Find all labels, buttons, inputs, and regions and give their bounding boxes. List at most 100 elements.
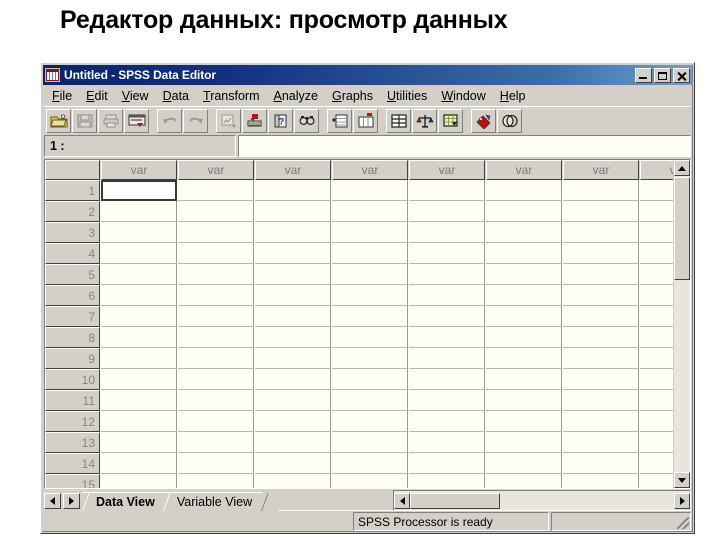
maximize-button[interactable]	[654, 67, 671, 83]
grid-cell[interactable]	[332, 369, 408, 390]
grid-cell[interactable]	[486, 222, 562, 243]
grid-cell[interactable]	[563, 369, 639, 390]
grid-cell[interactable]	[486, 180, 562, 201]
grid-cell[interactable]	[640, 474, 673, 488]
column-header-var-2[interactable]: var	[178, 160, 254, 180]
insert-variable-icon[interactable]	[353, 108, 378, 133]
row-header-1[interactable]: 1	[45, 180, 100, 201]
menu-help[interactable]: Help	[493, 88, 533, 104]
grid-cell[interactable]	[640, 285, 673, 306]
grid-cell[interactable]	[563, 390, 639, 411]
row-header-15[interactable]: 15	[45, 474, 100, 488]
vertical-scroll-thumb[interactable]	[674, 177, 690, 280]
grid-cell[interactable]	[486, 453, 562, 474]
grid-cell[interactable]	[640, 453, 673, 474]
close-button[interactable]	[673, 67, 690, 83]
grid-cell[interactable]	[640, 348, 673, 369]
insert-case-icon[interactable]	[327, 108, 352, 133]
grid-cell[interactable]	[101, 264, 177, 285]
grid-cell[interactable]	[255, 390, 331, 411]
open-file-icon[interactable]	[46, 108, 71, 133]
grid-cell[interactable]	[332, 327, 408, 348]
weight-cases-icon[interactable]	[412, 108, 437, 133]
grid-cell[interactable]	[178, 327, 254, 348]
grid-cell[interactable]	[178, 348, 254, 369]
grid-cell[interactable]	[563, 285, 639, 306]
row-header-7[interactable]: 7	[45, 306, 100, 327]
grid-cell[interactable]	[486, 390, 562, 411]
horizontal-scrollbar[interactable]	[393, 490, 691, 511]
grid-cell[interactable]	[486, 432, 562, 453]
grid-cell[interactable]	[486, 327, 562, 348]
grid-cell[interactable]	[332, 306, 408, 327]
scroll-up-arrow[interactable]	[674, 160, 690, 176]
grid-cell[interactable]	[178, 453, 254, 474]
grid-cell[interactable]	[409, 474, 485, 488]
grid-cell[interactable]	[101, 306, 177, 327]
grid-cell[interactable]	[640, 201, 673, 222]
grid-cell[interactable]	[101, 453, 177, 474]
cell-value-input[interactable]	[238, 135, 691, 157]
menu-transform[interactable]: Transform	[196, 88, 267, 104]
row-header-10[interactable]: 10	[45, 369, 100, 390]
column-header-var-4[interactable]: var	[332, 160, 408, 180]
grid-cell[interactable]	[178, 201, 254, 222]
grid-cell[interactable]	[178, 222, 254, 243]
grid-cell[interactable]	[563, 264, 639, 285]
grid-cell[interactable]	[563, 411, 639, 432]
grid-cell[interactable]	[563, 453, 639, 474]
column-header-var-7[interactable]: var	[563, 160, 639, 180]
grid-cell[interactable]	[563, 180, 639, 201]
grid-cell[interactable]	[255, 474, 331, 488]
grid-cell[interactable]	[178, 432, 254, 453]
grid-cell[interactable]	[409, 180, 485, 201]
use-variable-sets-icon[interactable]	[497, 108, 522, 133]
grid-cell[interactable]	[255, 264, 331, 285]
scroll-right-arrow[interactable]	[674, 492, 690, 509]
grid-cell[interactable]	[409, 285, 485, 306]
tab-variable-view[interactable]: Variable View	[162, 492, 263, 511]
grid-cell[interactable]	[101, 390, 177, 411]
grid-cell[interactable]	[101, 348, 177, 369]
grid-cell[interactable]	[101, 369, 177, 390]
grid-cell[interactable]	[101, 201, 177, 222]
row-header-14[interactable]: 14	[45, 453, 100, 474]
column-header-var-1[interactable]: var	[101, 160, 177, 180]
grid-cell[interactable]	[101, 327, 177, 348]
row-header-2[interactable]: 2	[45, 201, 100, 222]
grid-cell[interactable]	[101, 222, 177, 243]
menu-analyze[interactable]: Analyze	[267, 88, 325, 104]
grid-cell[interactable]	[640, 180, 673, 201]
column-header-var-6[interactable]: var	[486, 160, 562, 180]
row-header-9[interactable]: 9	[45, 348, 100, 369]
menu-window[interactable]: Window	[434, 88, 492, 104]
row-header-13[interactable]: 13	[45, 432, 100, 453]
minimize-button[interactable]	[635, 67, 652, 83]
grid-cell[interactable]	[332, 474, 408, 488]
grid-cell[interactable]	[409, 222, 485, 243]
split-file-icon[interactable]	[386, 108, 411, 133]
grid-cell[interactable]	[409, 243, 485, 264]
grid-cell[interactable]	[255, 369, 331, 390]
grid-cell[interactable]	[640, 432, 673, 453]
row-header-4[interactable]: 4	[45, 243, 100, 264]
grid-cell[interactable]	[332, 453, 408, 474]
tab-next-arrow[interactable]	[63, 492, 80, 509]
value-labels-icon[interactable]	[471, 108, 496, 133]
resize-grip-icon[interactable]	[677, 517, 689, 529]
grid-cell[interactable]	[640, 369, 673, 390]
grid-cell[interactable]	[640, 411, 673, 432]
grid-cell[interactable]	[486, 264, 562, 285]
variables-info-icon[interactable]: ?	[268, 108, 293, 133]
grid-cell[interactable]	[332, 432, 408, 453]
grid-cell[interactable]	[101, 285, 177, 306]
grid-cell[interactable]	[332, 180, 408, 201]
grid-cell[interactable]	[563, 222, 639, 243]
menu-view[interactable]: View	[115, 88, 156, 104]
grid-cell[interactable]	[255, 180, 331, 201]
grid-cell[interactable]	[640, 264, 673, 285]
grid-cell[interactable]	[255, 222, 331, 243]
grid-cell[interactable]	[178, 180, 254, 201]
vertical-scrollbar[interactable]	[673, 160, 690, 488]
menu-utilities[interactable]: Utilities	[380, 88, 434, 104]
